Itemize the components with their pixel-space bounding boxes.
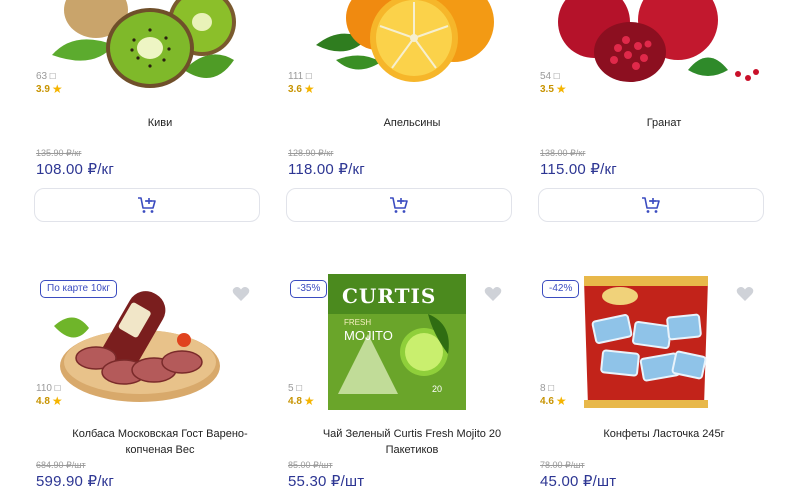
discount-badge: -42% bbox=[542, 280, 580, 298]
old-price: 128.90 ₽/кг bbox=[288, 148, 334, 158]
rating: 3.9 ★ bbox=[36, 82, 63, 96]
product-image-pomegranate[interactable] bbox=[538, 0, 790, 130]
product-image-curtis-tea[interactable]: CURTIS FRESH MOJITO 20 bbox=[328, 274, 466, 410]
product-name[interactable]: Гранат bbox=[538, 115, 790, 131]
price: 108.00 ₽/кг bbox=[36, 161, 114, 178]
add-to-cart-icon bbox=[642, 197, 660, 213]
product-name[interactable]: Чай Зеленый Curtis Fresh Mojito 20 Пакет… bbox=[286, 426, 538, 458]
product-name[interactable]: Апельсины bbox=[286, 115, 538, 131]
add-to-cart-icon bbox=[138, 197, 156, 213]
price: 45.00 ₽/шт bbox=[540, 473, 617, 490]
rating-star-icon: ★ bbox=[51, 82, 63, 96]
price: 115.00 ₽/кг bbox=[540, 161, 617, 178]
add-to-cart-button[interactable] bbox=[538, 188, 764, 222]
old-price: 138.00 ₽/кг bbox=[540, 148, 586, 158]
product-image-oranges[interactable] bbox=[286, 0, 538, 130]
rating: 3.5 ★ bbox=[540, 82, 567, 96]
product-meta: 8 ☐ 4.6 ★ bbox=[540, 382, 567, 408]
price: 599.90 ₽/кг bbox=[36, 473, 114, 490]
pack-count: 20 bbox=[432, 384, 443, 394]
rating: 4.8 ★ bbox=[36, 394, 63, 408]
add-to-cart-icon bbox=[390, 197, 408, 213]
rating-star-icon: ★ bbox=[51, 394, 63, 408]
old-price: 85.00 ₽/шт bbox=[288, 460, 333, 470]
reviews-icon: ☐ bbox=[295, 384, 303, 393]
add-to-cart-button[interactable] bbox=[286, 188, 512, 222]
discount-badge: -35% bbox=[290, 280, 328, 298]
price: 55.30 ₽/шт bbox=[288, 473, 365, 490]
old-price: 135.90 ₽/кг bbox=[36, 148, 82, 158]
product-meta: 111 ☐ 3.6 ★ bbox=[288, 70, 315, 96]
favorite-heart-icon[interactable] bbox=[484, 286, 502, 302]
add-to-cart-button[interactable] bbox=[34, 188, 260, 222]
brand-sub-label: FRESH bbox=[344, 318, 372, 327]
brand-logo: CURTIS bbox=[342, 284, 437, 308]
rating-star-icon: ★ bbox=[303, 82, 315, 96]
old-price: 684.90 ₽/шт bbox=[36, 460, 86, 470]
product-image-lastochka-candies[interactable] bbox=[580, 274, 712, 410]
product-image-sausage[interactable] bbox=[34, 278, 286, 408]
product-meta: 63 ☐ 3.9 ★ bbox=[36, 70, 63, 96]
product-meta: 5 ☐ 4.8 ★ bbox=[288, 382, 315, 408]
brand-sub-label: MOJITO bbox=[344, 328, 393, 343]
price: 118.00 ₽/кг bbox=[288, 161, 365, 178]
rating: 3.6 ★ bbox=[288, 82, 315, 96]
old-price: 78.00 ₽/шт bbox=[540, 460, 585, 470]
product-image-kiwi[interactable] bbox=[34, 0, 286, 130]
rating: 4.6 ★ bbox=[540, 394, 567, 408]
product-meta: 54 ☐ 3.5 ★ bbox=[540, 70, 567, 96]
product-name[interactable]: Киви bbox=[34, 115, 286, 131]
rating-star-icon: ★ bbox=[555, 82, 567, 96]
product-name[interactable]: Колбаса Московская Гост Варено- копченая… bbox=[34, 426, 286, 458]
product-name[interactable]: Конфеты Ласточка 245г bbox=[538, 426, 790, 442]
reviews-icon: ☐ bbox=[547, 384, 555, 393]
rating-star-icon: ★ bbox=[555, 394, 567, 408]
rating: 4.8 ★ bbox=[288, 394, 315, 408]
rating-star-icon: ★ bbox=[303, 394, 315, 408]
favorite-heart-icon[interactable] bbox=[736, 286, 754, 302]
product-meta: 110 ☐ 4.8 ★ bbox=[36, 382, 63, 408]
